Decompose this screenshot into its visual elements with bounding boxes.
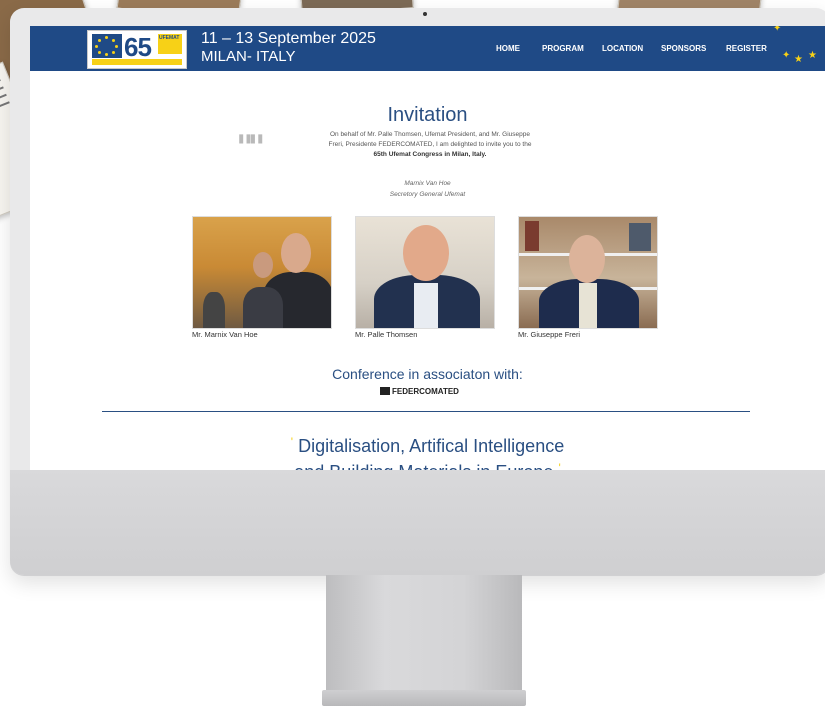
quote-mark-icon: "" xyxy=(236,128,265,168)
nav-register[interactable]: REGISTER xyxy=(726,44,767,53)
invitation-title: Invitation xyxy=(387,104,468,126)
signature-role: Secretory General Ufemat xyxy=(389,191,466,198)
logo-stripe xyxy=(92,59,182,65)
federcomated-mark-icon xyxy=(380,387,390,395)
person-caption: Mr. Marnix Van Hoe xyxy=(192,330,258,339)
camera-dot xyxy=(423,12,427,16)
invitation-text-line-bold: 65th Ufemat Congress in Milan, Italy. xyxy=(373,151,487,158)
star-decoration-icon: ★ xyxy=(794,54,803,65)
quote-close-icon: ' xyxy=(558,461,561,470)
star-decoration-icon: ✦ xyxy=(782,50,791,61)
person-caption: Mr. Palle Thomsen xyxy=(355,330,418,339)
congress-logo[interactable]: 65 UFEMAT xyxy=(87,30,187,69)
website-screen: 65 UFEMAT 11 – 13 September 2025 MILAN- … xyxy=(30,26,825,470)
nav-location[interactable]: LOCATION xyxy=(602,44,643,53)
header-bar: 65 UFEMAT 11 – 13 September 2025 MILAN- … xyxy=(30,26,825,71)
portrait-photo xyxy=(192,216,332,329)
event-location: MILAN- ITALY xyxy=(201,48,296,65)
monitor-chin xyxy=(10,470,825,575)
nav-program[interactable]: PROGRAM xyxy=(542,44,584,53)
section-divider xyxy=(102,411,750,412)
invitation-text-line: Freri, Presidente FEDERCOMATED, I am del… xyxy=(328,141,532,148)
eu-stars-icon xyxy=(92,34,122,58)
logo-label: UFEMAT xyxy=(158,34,182,54)
event-date: 11 – 13 September 2025 xyxy=(201,30,376,47)
portrait-photo xyxy=(355,216,495,329)
federcomated-logo[interactable]: FEDERCOMATED xyxy=(380,387,459,397)
nav-home[interactable]: HOME xyxy=(496,44,520,53)
invitation-text: On behalf of Mr. Palle Thomsen, Ufemat P… xyxy=(280,130,580,160)
portrait-photo xyxy=(518,216,658,329)
nav-sponsors[interactable]: SPONSORS xyxy=(661,44,706,53)
headline-line: and Building Materials in Europe ' xyxy=(30,457,825,470)
star-decoration-icon: ★ xyxy=(808,50,817,61)
star-decoration-icon: ✦ xyxy=(773,26,782,34)
quote-open-icon: ' xyxy=(290,435,294,449)
headline-line: ' Digitalisation, Artifical Intelligence xyxy=(290,435,565,456)
invitation-text-line: On behalf of Mr. Palle Thomsen, Ufemat P… xyxy=(329,131,531,138)
person-caption: Mr. Giuseppe Freri xyxy=(518,330,581,339)
congress-theme-headline: ' Digitalisation, Artifical Intelligence… xyxy=(30,431,825,470)
signature-name: Marnix Van Hoe xyxy=(404,180,451,187)
monitor-stand xyxy=(326,575,522,693)
monitor-stand-base xyxy=(322,690,526,706)
association-heading: Conference in associaton with: xyxy=(332,366,523,382)
